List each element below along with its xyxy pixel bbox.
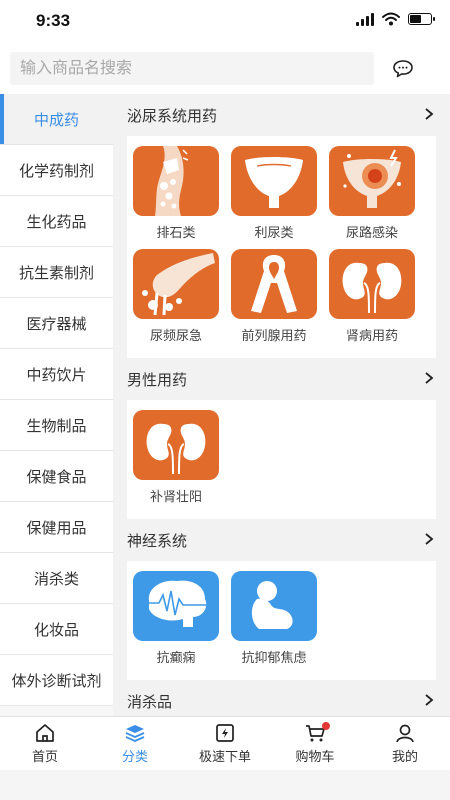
sidebar-item-diagnostic-reagents[interactable]: 体外诊断试剂 [0, 655, 113, 706]
section-grid-male: 补肾壮阳 [127, 400, 436, 519]
section-title: 泌尿系统用药 [127, 107, 218, 125]
category-item-label: 尿频尿急 [149, 328, 202, 343]
category-item-label: 利尿类 [254, 225, 294, 240]
category-item[interactable]: 尿频尿急 [127, 249, 225, 352]
chevron-right-icon [425, 372, 434, 384]
tab-quick-order[interactable]: 极速下单 [180, 717, 270, 771]
category-item[interactable]: 排石类 [127, 146, 225, 249]
category-item[interactable]: 抗抑郁焦虑 [225, 571, 323, 674]
message-button[interactable] [389, 56, 417, 82]
section-header-disinfection[interactable]: 消杀品 [113, 680, 450, 716]
category-item[interactable]: 尿路感染 [323, 146, 421, 249]
category-item-label: 抗抑郁焦虑 [241, 650, 307, 665]
home-icon [36, 724, 54, 742]
category-item[interactable]: 抗癫痫 [127, 571, 225, 674]
tab-cart[interactable]: 购物车 [270, 717, 360, 771]
kidneys-icon [329, 249, 415, 319]
tab-mine[interactable]: 我的 [360, 717, 450, 771]
bladder-infection-icon [329, 146, 415, 216]
section-grid-urinary: 排石类 利尿类 尿路感染 尿频尿急 前列腺用药 肾病用药 [127, 136, 436, 358]
chat-bubble-icon [393, 60, 413, 78]
search-input[interactable] [10, 52, 374, 85]
tab-label: 我的 [391, 749, 418, 764]
status-time: 9:33 [36, 11, 71, 30]
sidebar-item-herbal-pieces[interactable]: 中药饮片 [0, 349, 113, 400]
sidebar-item-health-supplies[interactable]: 保健用品 [0, 502, 113, 553]
sidebar-item-antibiotics[interactable]: 抗生素制剂 [0, 247, 113, 298]
battery-icon [408, 13, 435, 25]
user-icon [396, 724, 414, 743]
sidebar-item-health-food[interactable]: 保健食品 [0, 451, 113, 502]
status-bar: 9:33 [0, 0, 450, 42]
sidebar-item-tcm[interactable]: 中成药 [0, 94, 113, 145]
sidebar-item-medical-devices[interactable]: 医疗器械 [0, 298, 113, 349]
chevron-right-icon [425, 108, 434, 120]
category-item[interactable]: 前列腺用药 [225, 249, 323, 352]
bladder-icon [231, 146, 317, 216]
section-title: 男性用药 [127, 371, 188, 389]
signal-icon [356, 12, 374, 26]
urine-splash-icon [133, 249, 219, 319]
bottom-tab-bar: 首页 分类 极速下单 购物车 我的 [0, 716, 450, 771]
battery-level [410, 15, 421, 23]
category-item-label: 补肾壮阳 [149, 489, 202, 504]
category-content: 泌尿系统用药 排石类 利尿类 尿路感染 尿频尿急 前列腺用药 肾病用药 男性用药… [113, 94, 450, 716]
sidebar-item-disinfection[interactable]: 消杀类 [0, 553, 113, 604]
chevron-right-icon [425, 533, 434, 545]
brain-wave-icon [133, 571, 219, 641]
sidebar-item-cosmetics[interactable]: 化妆品 [0, 604, 113, 655]
category-sidebar: 中成药 化学药制剂 生化药品 抗生素制剂 医疗器械 中药饮片 生物制品 保健食品… [0, 94, 113, 716]
sad-person-icon [231, 571, 317, 641]
category-item-label: 前列腺用药 [241, 328, 307, 343]
quick-order-icon [216, 724, 234, 742]
sidebar-item-biological[interactable]: 生物制品 [0, 400, 113, 451]
sidebar-item-biochemical[interactable]: 生化药品 [0, 196, 113, 247]
category-item[interactable]: 补肾壮阳 [127, 410, 225, 513]
category-item-label: 肾病用药 [345, 328, 398, 343]
section-title: 消杀品 [127, 693, 173, 711]
category-item-label: 排石类 [156, 225, 196, 240]
category-item-label: 抗癫痫 [156, 650, 196, 665]
tab-label: 极速下单 [198, 749, 251, 764]
sidebar-item-chemical[interactable]: 化学药制剂 [0, 145, 113, 196]
awareness-ribbon-icon [231, 249, 317, 319]
tab-label: 购物车 [295, 749, 335, 764]
tab-label: 分类 [121, 749, 148, 764]
search-header [0, 42, 450, 94]
chevron-right-icon [425, 694, 434, 706]
wifi-icon [382, 12, 400, 26]
tab-home[interactable]: 首页 [0, 717, 90, 771]
category-item[interactable]: 肾病用药 [323, 249, 421, 352]
category-item-label: 尿路感染 [345, 225, 398, 240]
section-grid-nervous: 抗癫痫 抗抑郁焦虑 [127, 561, 436, 680]
section-header-male[interactable]: 男性用药 [113, 358, 450, 400]
section-header-urinary[interactable]: 泌尿系统用药 [113, 94, 450, 136]
layers-icon [125, 725, 145, 742]
kidney-stone-icon [133, 146, 219, 216]
tab-label: 首页 [31, 749, 58, 764]
category-item[interactable]: 利尿类 [225, 146, 323, 249]
tab-category[interactable]: 分类 [90, 717, 180, 771]
section-title: 神经系统 [127, 532, 188, 550]
kidneys-icon [133, 410, 219, 480]
section-header-nervous[interactable]: 神经系统 [113, 519, 450, 561]
cart-badge [322, 722, 330, 730]
status-icons [356, 12, 435, 26]
bottom-safe-area [0, 770, 450, 800]
